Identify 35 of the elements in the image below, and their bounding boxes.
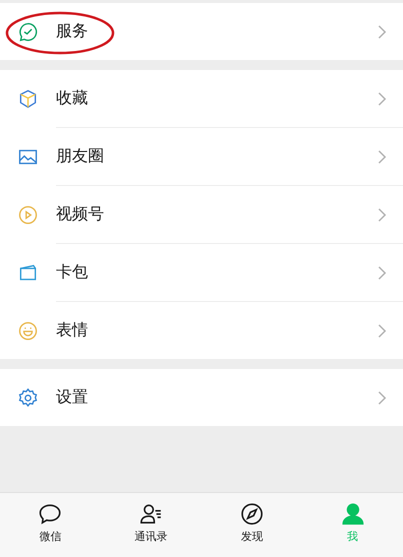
menu-row[interactable]: 视频号 xyxy=(0,186,403,243)
tab[interactable]: 通讯录 xyxy=(100,493,202,557)
chevron-icon xyxy=(377,322,387,338)
chevron-icon xyxy=(377,206,387,222)
chat-check-icon xyxy=(17,20,39,42)
tab[interactable]: 微信 xyxy=(0,493,101,557)
settings-icon xyxy=(17,386,39,408)
tab-label: 我 xyxy=(347,529,358,544)
menu-row[interactable]: 表情 xyxy=(0,302,403,359)
play-icon xyxy=(17,204,39,226)
chevron-icon xyxy=(377,24,387,40)
menu-row[interactable]: 朋友圈 xyxy=(0,128,403,185)
chevron-icon xyxy=(377,90,387,106)
tab-label: 发现 xyxy=(240,529,263,544)
menu-label: 服务 xyxy=(56,21,89,42)
chevron-icon xyxy=(377,264,387,280)
person-icon xyxy=(340,501,366,527)
menu-row[interactable]: 卡包 xyxy=(0,244,403,301)
menu-label: 表情 xyxy=(56,320,89,341)
tab-label: 微信 xyxy=(39,529,62,544)
menu-label: 收藏 xyxy=(56,88,89,109)
menu-label: 朋友圈 xyxy=(56,146,105,167)
smiley-icon xyxy=(17,320,39,342)
chevron-icon xyxy=(377,148,387,164)
menu-row[interactable]: 收藏 xyxy=(0,70,403,127)
menu-label: 视频号 xyxy=(56,204,105,225)
tab-label: 通讯录 xyxy=(134,529,168,544)
tab[interactable]: 发现 xyxy=(202,493,302,557)
menu-row[interactable]: 设置 xyxy=(0,369,403,426)
menu-row[interactable]: 服务 xyxy=(0,3,403,60)
menu-label: 卡包 xyxy=(56,262,89,283)
menu-label: 设置 xyxy=(56,387,89,408)
cube-icon xyxy=(17,88,39,110)
compass-icon xyxy=(238,501,265,527)
chevron-icon xyxy=(377,390,387,406)
